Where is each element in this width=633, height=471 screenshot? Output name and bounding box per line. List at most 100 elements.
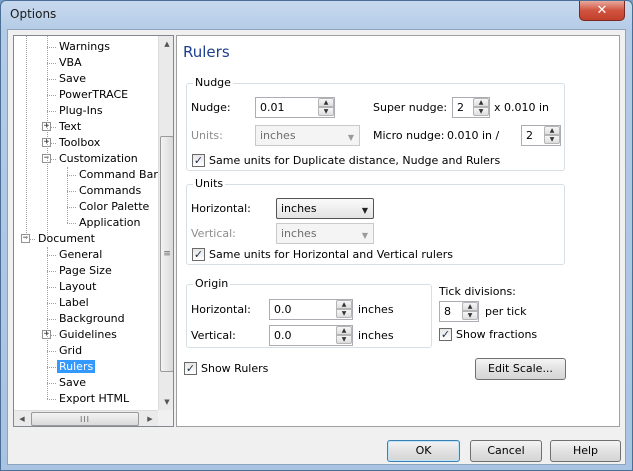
tree-item-plug-ins[interactable]: Plug-Ins <box>57 103 105 119</box>
tree-item-label: Command Bars <box>79 168 164 181</box>
spin-up-icon[interactable]: ▲ <box>318 98 334 107</box>
scroll-up-icon[interactable]: ▲ <box>159 36 173 52</box>
spin-down-icon[interactable]: ▼ <box>473 107 489 116</box>
origin-vertical-input[interactable]: 0.0 ▲ ▼ <box>269 325 353 346</box>
tree-item-label: Background <box>59 312 125 325</box>
spin-down-icon[interactable]: ▼ <box>318 107 334 116</box>
scroll-down-icon[interactable]: ▼ <box>159 394 173 410</box>
close-button[interactable]: ✕ <box>579 1 625 21</box>
dialog-client: + + − − + Warnings VBA Save PowerTRACE Plug-Ins T… <box>7 29 626 465</box>
tree-connector <box>67 207 76 208</box>
tree-item-commands[interactable]: Commands <box>77 183 143 199</box>
show-rulers-checkbox[interactable]: ✓ Show Rulers <box>184 362 274 376</box>
tree-item-label: Color Palette <box>79 200 150 213</box>
spin-down-icon[interactable]: ▼ <box>336 309 352 318</box>
tree-item-application[interactable]: Application <box>77 215 142 231</box>
tree-horizontal-scrollbar[interactable]: ◀ III ▶ <box>14 410 158 426</box>
vertical-units-label: Vertical: <box>191 227 236 240</box>
origin-horizontal-input[interactable]: 0.0 ▲ ▼ <box>269 299 353 320</box>
tree-item-label: Export HTML <box>59 392 130 405</box>
tree-connector <box>67 191 76 192</box>
window-title: Options <box>10 7 57 21</box>
spin-up-icon[interactable]: ▲ <box>336 300 352 309</box>
scroll-thumb[interactable]: ≡ <box>160 136 173 372</box>
spin-up-icon[interactable]: ▲ <box>473 98 489 107</box>
tree-item-background[interactable]: Background <box>57 311 127 327</box>
page-title: Rulers <box>183 43 230 61</box>
tree-item-page-size[interactable]: Page Size <box>57 263 114 279</box>
tree-connector <box>47 111 56 112</box>
tick-divisions-input[interactable]: 8 ▲ ▼ <box>439 301 479 322</box>
origin-group: Origin Horizontal: 0.0 ▲ ▼ inches Vertica… <box>186 277 432 348</box>
tree-item-warnings[interactable]: Warnings <box>57 39 112 55</box>
horizontal-units-label: Horizontal: <box>191 202 251 215</box>
options-tree: + + − − + Warnings VBA Save PowerTRACE Plug-Ins T… <box>13 35 174 427</box>
tree-item-powertrace[interactable]: PowerTRACE <box>57 87 130 103</box>
title-bar[interactable]: Options ✕ <box>1 1 632 29</box>
check-icon: ✓ <box>184 362 197 375</box>
close-icon: ✕ <box>596 3 608 18</box>
spin-down-icon[interactable]: ▼ <box>336 335 352 344</box>
tree-guide-line <box>67 167 68 223</box>
tree-vertical-scrollbar[interactable]: ▲ ≡ ▼ <box>158 36 173 410</box>
tree-item-customization[interactable]: Customization <box>57 151 140 167</box>
spin-up-icon[interactable]: ▲ <box>544 126 560 135</box>
tree-item-command-bars[interactable]: Command Bars <box>77 167 166 183</box>
tree-item-guidelines[interactable]: Guidelines <box>57 327 119 343</box>
tree-item-label: PowerTRACE <box>59 88 129 101</box>
tree-item-layout[interactable]: Layout <box>57 279 98 295</box>
origin-vertical-label: Vertical: <box>191 329 236 342</box>
tree-item-label: Warnings <box>59 40 110 53</box>
scroll-thumb-horizontal[interactable]: III <box>31 412 139 426</box>
options-window: Options ✕ + + − − + Warnings VBA Save PowerTRAC… <box>0 0 633 471</box>
nudge-group-label: Nudge <box>193 76 233 89</box>
tree-item-grid[interactable]: Grid <box>57 343 84 359</box>
nudge-input[interactable]: 0.01 ▲ ▼ <box>255 97 335 118</box>
tree-item-label: Grid <box>59 344 83 357</box>
tree-guide-line <box>26 36 27 239</box>
check-icon: ✓ <box>439 328 452 341</box>
scroll-right-icon[interactable]: ▶ <box>142 411 158 426</box>
nudge-units-select: inches ▼ <box>255 125 360 146</box>
ok-button[interactable]: OK <box>387 440 460 462</box>
horizontal-units-select[interactable]: inches ▼ <box>276 198 374 219</box>
super-nudge-input[interactable]: 2 ▲ ▼ <box>452 97 490 118</box>
vertical-units-select: inches ▼ <box>276 223 374 244</box>
tree-item-general[interactable]: General <box>57 247 104 263</box>
help-button[interactable]: Help <box>550 440 621 462</box>
tree-connector <box>47 399 56 400</box>
tree-item-label: Rulers <box>57 360 96 373</box>
tree-item-document[interactable]: Document <box>36 231 97 247</box>
cancel-button[interactable]: Cancel <box>470 440 542 462</box>
tree-item-label: Save <box>59 72 87 85</box>
edit-scale-button[interactable]: Edit Scale... <box>475 358 566 380</box>
spin-down-icon[interactable]: ▼ <box>462 311 478 320</box>
micro-nudge-input[interactable]: 2 ▲ ▼ <box>521 125 561 146</box>
tree-item-toolbox[interactable]: Toolbox <box>57 135 102 151</box>
units-group-label: Units <box>193 177 226 190</box>
scroll-left-icon[interactable]: ◀ <box>14 411 30 426</box>
tree-item-rulers[interactable]: Rulers <box>57 359 96 375</box>
scroll-corner <box>158 410 173 426</box>
spin-up-icon[interactable]: ▲ <box>336 326 352 335</box>
tree-connector <box>47 63 56 64</box>
tree-item-label: Text <box>59 120 82 133</box>
same-units-nudge-checkbox[interactable]: ✓ Same units for Duplicate distance, Nud… <box>192 154 500 168</box>
spin-down-icon[interactable]: ▼ <box>544 135 560 144</box>
tree-item-label[interactable]: Label <box>57 295 91 311</box>
tree-item-save[interactable]: Save <box>57 71 88 87</box>
same-units-rulers-checkbox[interactable]: ✓ Same units for Horizontal and Vertical… <box>192 248 472 262</box>
tree-guide-line <box>47 36 48 239</box>
tree-item-vba[interactable]: VBA <box>57 55 84 71</box>
tree-guide-line <box>47 247 48 399</box>
tree-item-label: Save <box>59 376 87 389</box>
show-fractions-checkbox[interactable]: ✓ Show fractions <box>439 328 539 342</box>
tree-item-color-palette[interactable]: Color Palette <box>77 199 151 215</box>
micro-nudge-label: Micro nudge: <box>373 129 445 142</box>
spin-up-icon[interactable]: ▲ <box>462 302 478 311</box>
tree-item-save[interactable]: Save <box>57 375 88 391</box>
micro-nudge-prefix: 0.010 in / <box>447 129 500 142</box>
tree-item-export-html[interactable]: Export HTML <box>57 391 131 407</box>
tree-item-text[interactable]: Text <box>57 119 83 135</box>
rulers-panel: Rulers Nudge Nudge: 0.01 ▲ ▼ Super nudge:… <box>176 35 620 427</box>
